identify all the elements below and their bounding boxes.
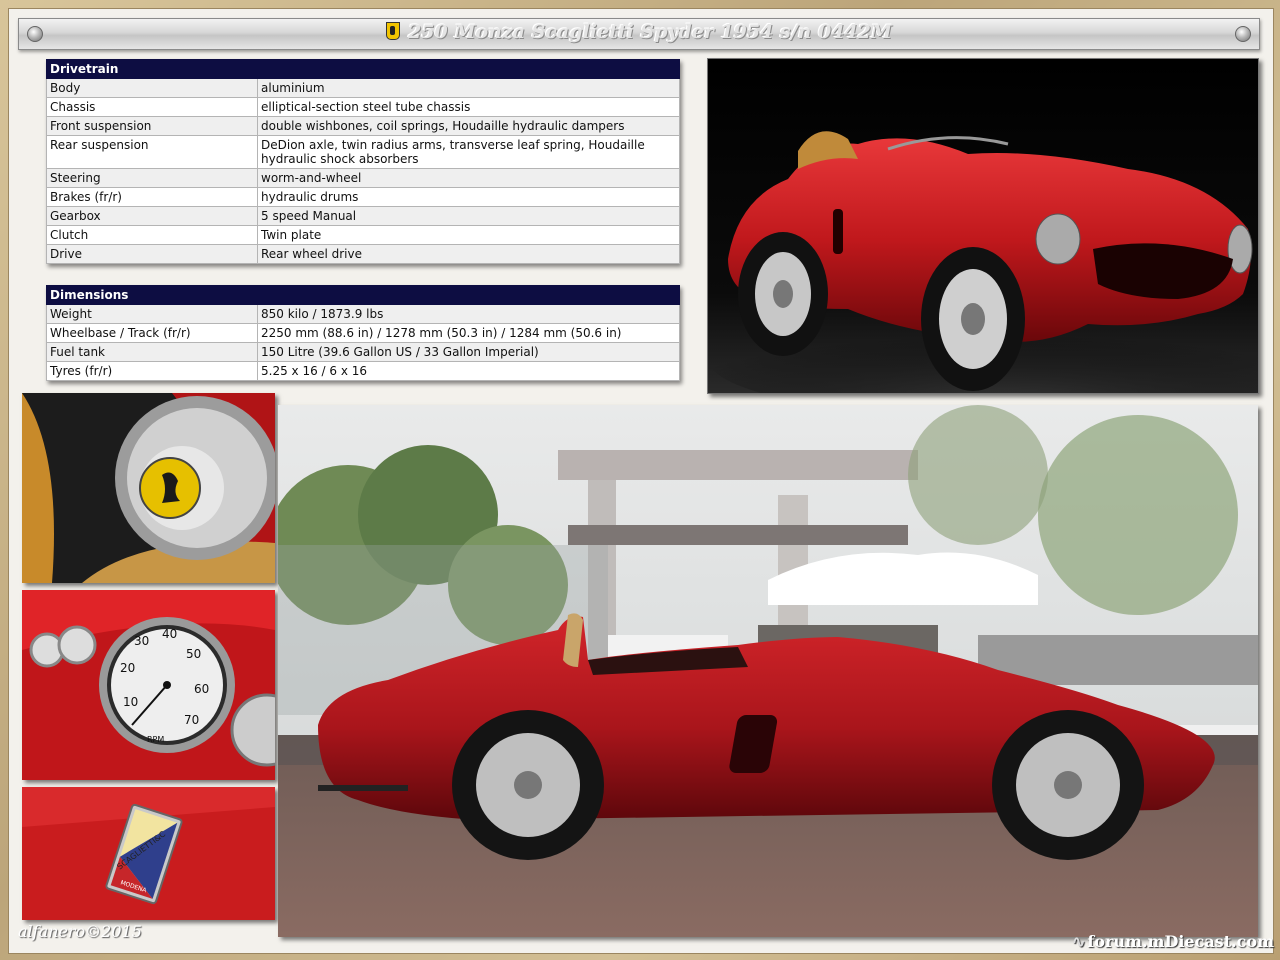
gauge-number: 60 (194, 682, 209, 696)
spec-value: 5.25 x 16 / 6 x 16 (257, 361, 680, 381)
drivetrain-heading: Drivetrain (46, 59, 680, 79)
spec-key: Front suspension (46, 116, 258, 136)
gauge-number: 10 (123, 695, 138, 709)
spec-key: Chassis (46, 97, 258, 117)
table-row: Clutch Twin plate (46, 225, 680, 245)
spec-value: 2250 mm (88.6 in) / 1278 mm (50.3 in) / … (257, 323, 680, 343)
photographer-signature: alfanero©2015 (18, 922, 142, 941)
street-car-photo (278, 405, 1258, 937)
table-row: Wheelbase / Track (fr/r) 2250 mm (88.6 in… (46, 323, 680, 343)
dimensions-heading: Dimensions (46, 285, 680, 305)
table-row: Tyres (fr/r) 5.25 x 16 / 6 x 16 (46, 361, 680, 381)
spec-value: double wishbones, coil springs, Houdaill… (257, 116, 680, 136)
table-row: Gearbox 5 speed Manual (46, 206, 680, 226)
spec-key: Wheelbase / Track (fr/r) (46, 323, 258, 343)
gauge-unit: RPM (147, 735, 164, 744)
forum-watermark: ∿ forum.mDiecast.com (1072, 932, 1274, 951)
swirl-logo-icon: ∿ (1071, 932, 1086, 951)
spec-key: Steering (46, 168, 258, 188)
spec-key: Gearbox (46, 206, 258, 226)
table-row: Fuel tank 150 Litre (39.6 Gallon US / 33 … (46, 342, 680, 362)
spec-value: elliptical-section steel tube chassis (257, 97, 680, 117)
steering-wheel-photo (22, 393, 275, 583)
title-bar: 250 Monza Scaglietti Spyder 1954 s/n 044… (18, 18, 1260, 50)
table-row: Body aluminium (46, 78, 680, 98)
gauge-number: 50 (186, 647, 201, 661)
drivetrain-table: Drivetrain Body aluminium Chassis elliptic… (46, 59, 680, 264)
spec-key: Brakes (fr/r) (46, 187, 258, 207)
spec-value: Rear wheel drive (257, 244, 680, 264)
spec-key: Drive (46, 244, 258, 264)
table-row: Chassis elliptical-section steel tube cha… (46, 97, 680, 117)
spec-value: hydraulic drums (257, 187, 680, 207)
studio-car-photo (707, 58, 1259, 394)
spec-value: 5 speed Manual (257, 206, 680, 226)
table-row: Steering worm-and-wheel (46, 168, 680, 188)
ferrari-shield-icon (386, 22, 401, 40)
gauges-photo: 10 20 30 40 50 60 70 RPM (22, 590, 275, 780)
spec-value: aluminium (257, 78, 680, 98)
spec-key: Tyres (fr/r) (46, 361, 258, 381)
gauge-number: 30 (134, 634, 149, 648)
page-title-wrap: 250 Monza Scaglietti Spyder 1954 s/n 044… (19, 21, 1259, 43)
gauge-number: 40 (162, 627, 177, 641)
table-row: Drive Rear wheel drive (46, 244, 680, 264)
spec-key: Clutch (46, 225, 258, 245)
spec-value: Twin plate (257, 225, 680, 245)
spec-value: 850 kilo / 1873.9 lbs (257, 304, 680, 324)
table-header-row: Dimensions (46, 285, 680, 305)
spec-key: Rear suspension (46, 135, 258, 169)
gauge-number: 70 (184, 713, 199, 727)
spec-value: worm-and-wheel (257, 168, 680, 188)
page-title: 250 Monza Scaglietti Spyder 1954 s/n 044… (408, 21, 892, 43)
spec-value: DeDion axle, twin radius arms, transvers… (257, 135, 680, 169)
table-row: Rear suspension DeDion axle, twin radius … (46, 135, 680, 169)
badge-photo: SCAGLIETTI&C MODENA (22, 787, 275, 920)
spec-key: Weight (46, 304, 258, 324)
table-row: Front suspension double wishbones, coil s… (46, 116, 680, 136)
watermark-text: forum.mDiecast.com (1087, 932, 1274, 951)
gauge-number: 20 (120, 661, 135, 675)
spec-key: Fuel tank (46, 342, 258, 362)
spec-value: 150 Litre (39.6 Gallon US / 33 Gallon Im… (257, 342, 680, 362)
table-header-row: Drivetrain (46, 59, 680, 79)
dimensions-table: Dimensions Weight 850 kilo / 1873.9 lbs W… (46, 285, 680, 381)
table-row: Brakes (fr/r) hydraulic drums (46, 187, 680, 207)
table-row: Weight 850 kilo / 1873.9 lbs (46, 304, 680, 324)
spec-key: Body (46, 78, 258, 98)
